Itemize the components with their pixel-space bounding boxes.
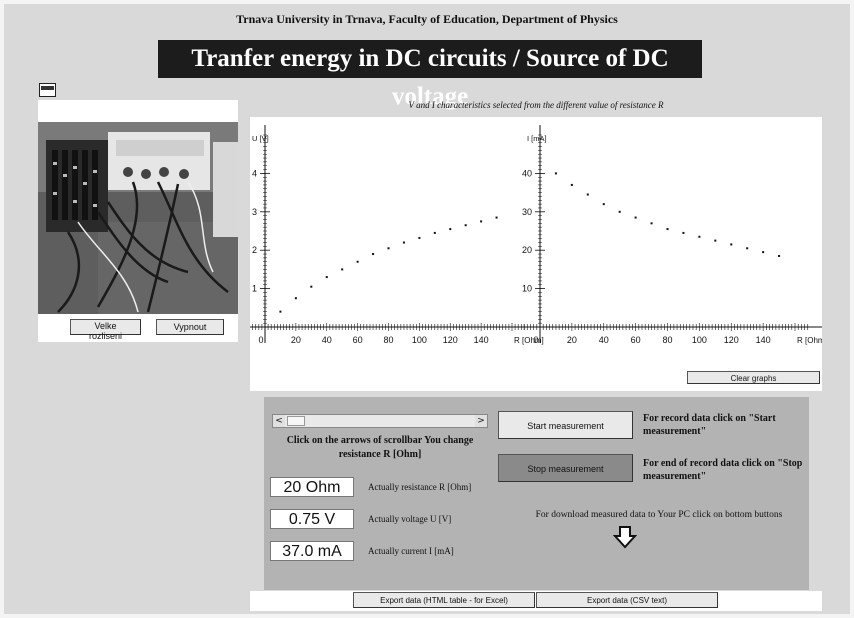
current-label: Actually current I [mA] (368, 546, 454, 556)
resistance-value: 20 Ohm (270, 477, 354, 497)
window-icon[interactable] (39, 83, 56, 97)
scroll-thumb[interactable] (287, 416, 305, 426)
chart2-data-point (618, 210, 621, 213)
control-panel: < > Click on the arrows of scrollbar You… (264, 397, 809, 590)
export-csv-button[interactable]: Export data (CSV text) (536, 592, 718, 608)
chart1-data-point (294, 297, 297, 300)
university-header: Trnava University in Trnava, Faculty of … (236, 12, 618, 26)
chart2-data-point (762, 251, 765, 254)
start-hint: For record data click on "Start measurem… (643, 413, 776, 437)
graph-panel: 0 20 40 60 80 100 120 140 1 2 3 4 U [V] R [Ohm] 0 20 40 6… (250, 117, 822, 391)
chart1-y-tick-label: 2 (252, 245, 257, 255)
chart1-x-tick-label: 120 (443, 335, 458, 345)
chart1-data-point (325, 276, 328, 279)
camera-header (38, 100, 181, 122)
chart2-x-tick-label: 20 (567, 335, 577, 345)
chart2-x-tick-label: 0 (533, 335, 538, 345)
export-html-button[interactable]: Export data (HTML table - for Excel) (353, 592, 535, 608)
chart1-y-axis-label: U [V] (252, 134, 269, 143)
resistance-scrollbar[interactable]: < > (272, 414, 488, 428)
chart2-data-point (746, 247, 749, 250)
chart2-data-point (666, 228, 669, 231)
chart2-data-point (602, 203, 605, 206)
scroll-right-arrow-icon[interactable]: > (475, 415, 487, 427)
scroll-left-arrow-icon[interactable]: < (273, 415, 285, 427)
stop-hint: For end of record data click on "Stop me… (643, 458, 803, 482)
camera-off-button[interactable]: Vypnout (156, 319, 224, 335)
chart1-y-tick-label: 4 (252, 168, 257, 178)
chart2-data-point (570, 183, 573, 186)
chart1-x-tick-label: 100 (412, 335, 427, 345)
chart2-x-tick-label: 40 (599, 335, 609, 345)
chart2-y-tick-label: 40 (522, 168, 532, 178)
chart1-data-point (495, 216, 498, 219)
chart1-x-tick-label: 140 (474, 335, 489, 345)
chart1-x-tick-label: 40 (322, 335, 332, 345)
graph-caption: V and I characteristics selected from th… (408, 100, 664, 110)
chart1-y-tick-label: 1 (252, 284, 257, 294)
high-resolution-button[interactable]: Velke rozliseni (70, 319, 141, 341)
chart2-y-tick-label: 10 (522, 284, 532, 294)
chart1-data-point (279, 310, 282, 313)
chart2-x-tick-label: 80 (662, 335, 672, 345)
chart2-x-tick-label: 120 (724, 335, 739, 345)
chart2-data-point (778, 254, 781, 257)
chart2-y-axis-label: I [mA] (527, 134, 547, 143)
chart2-x-tick-label: 60 (631, 335, 641, 345)
stop-measurement-button[interactable]: Stop measurement (498, 454, 633, 482)
chart1-y-tick-label: 3 (252, 207, 257, 217)
chart2-data-point (730, 243, 733, 246)
chart2-data-point (554, 172, 557, 175)
current-value: 37.0 mA (270, 541, 354, 561)
down-arrow-icon (613, 526, 637, 549)
clear-graphs-button[interactable]: Clear graphs (687, 371, 820, 384)
chart1-data-point (480, 220, 483, 223)
chart1-data-point (464, 224, 467, 227)
chart1-x-axis-label: R [Ohm] (514, 336, 544, 345)
chart1-data-point (402, 241, 405, 244)
chart2-y-tick-label: 30 (522, 207, 532, 217)
download-hint: For download measured data to Your PC cl… (535, 510, 783, 520)
chart1-x-tick-label: 0 (258, 335, 263, 345)
chart1-data-point (310, 285, 313, 288)
chart1-data-point (418, 236, 421, 239)
chart2-data-point (698, 235, 701, 238)
chart1-data-point (387, 247, 390, 250)
chart2-data-point (586, 193, 589, 196)
chart2-data-point (714, 239, 717, 242)
export-bar: Export data (HTML table - for Excel) Exp… (250, 591, 822, 611)
voltage-value: 0.75 V (270, 509, 354, 529)
start-measurement-button[interactable]: Start measurement (498, 411, 633, 439)
chart2-x-tick-label: 140 (756, 335, 771, 345)
chart1-x-tick-label: 60 (353, 335, 363, 345)
chart2-x-tick-label: 100 (692, 335, 707, 345)
camera-image (38, 122, 238, 314)
chart1-x-tick-label: 80 (383, 335, 393, 345)
chart1-data-point (433, 231, 436, 234)
voltage-label: Actually voltage U [V] (368, 514, 452, 524)
chart2-x-axis-label: R [Ohm] (797, 336, 822, 345)
chart1-x-tick-label: 20 (291, 335, 301, 345)
chart2-y-tick-label: 20 (522, 245, 532, 255)
resistance-label: Actually resistance R [Ohm] (368, 482, 472, 492)
chart2-data-point (634, 216, 637, 219)
chart1-data-point (372, 253, 375, 256)
chart1-data-point (449, 228, 452, 231)
chart2-data-point (650, 222, 653, 225)
scroll-hint: Click on the arrows of scrollbar You cha… (286, 435, 474, 460)
graphs-svg: 0 20 40 60 80 100 120 1401234U [V]R [Ohm]0 20 40 6… (250, 125, 822, 345)
chart2-data-point (682, 231, 685, 234)
chart1-data-point (356, 260, 359, 263)
chart1-data-point (341, 268, 344, 271)
page-title: Tranfer energy in DC circuits / Source o… (158, 40, 702, 110)
camera-panel: Velke rozliseni Vypnout (38, 100, 238, 342)
